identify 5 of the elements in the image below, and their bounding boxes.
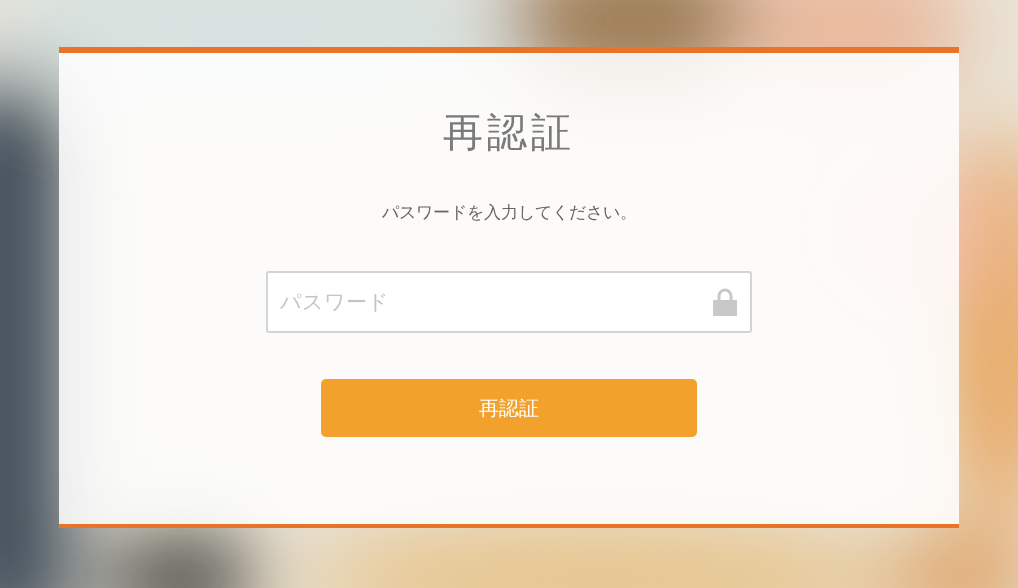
dialog-title: 再認証 xyxy=(443,108,575,156)
reauthenticate-button[interactable]: 再認証 xyxy=(321,379,697,437)
dialog-message: パスワードを入力してください。 xyxy=(381,201,637,224)
password-field[interactable]: パスワード xyxy=(266,271,752,333)
lock-icon xyxy=(712,287,738,317)
